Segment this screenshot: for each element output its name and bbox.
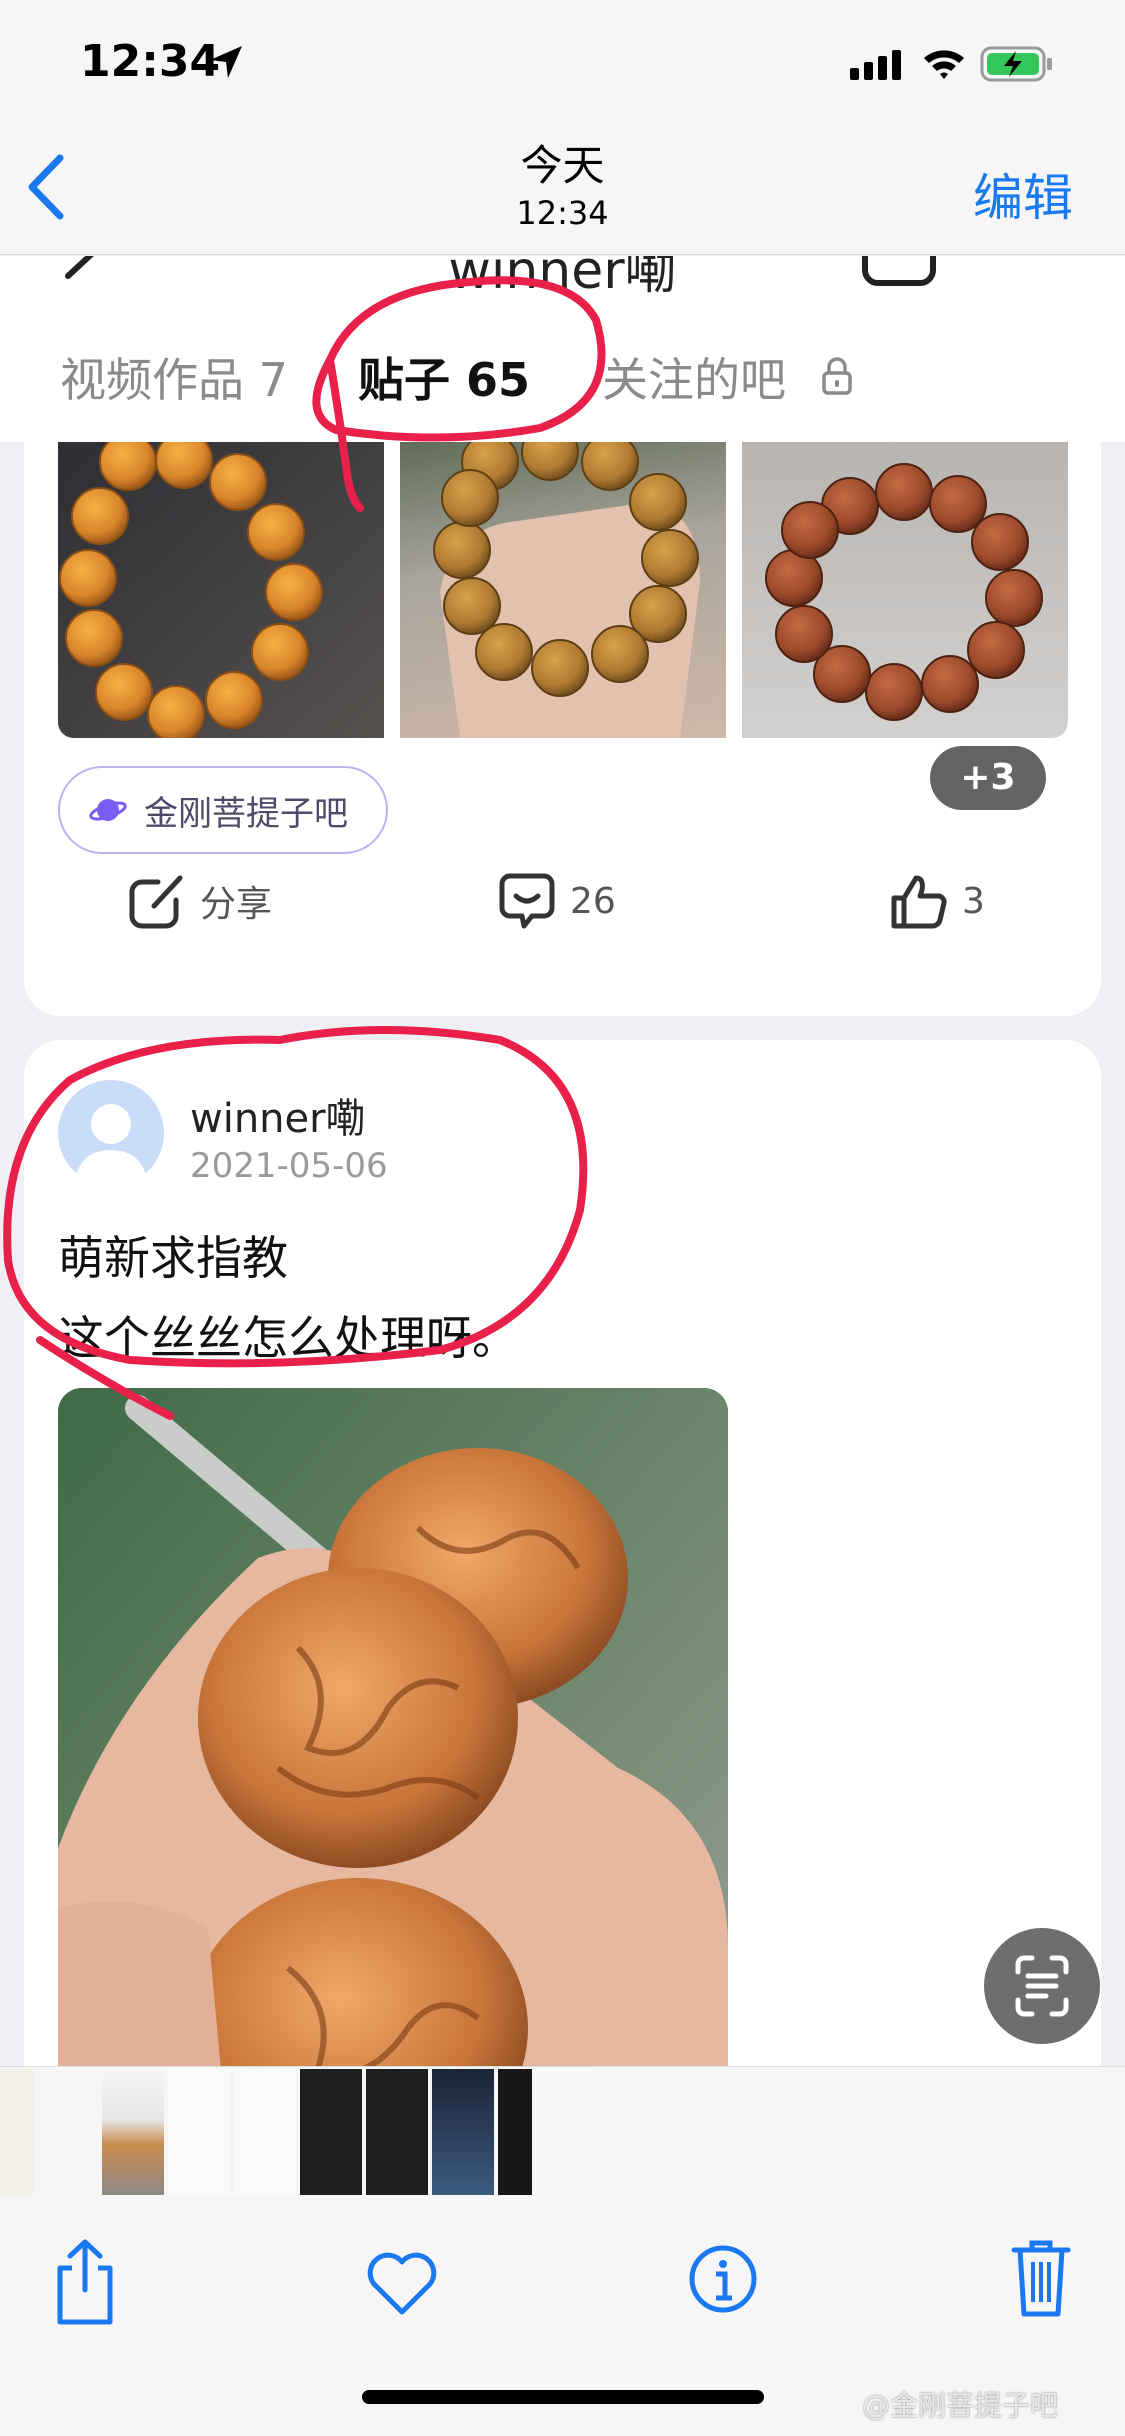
film-thumbnail[interactable] <box>234 2069 296 2195</box>
photo-top-bar: 12:34 今天 12:34 编辑 <box>0 0 1125 255</box>
share-icon <box>129 875 183 929</box>
post-image[interactable] <box>58 1388 728 2066</box>
like-button[interactable]: 3 <box>890 872 985 930</box>
post-username[interactable]: winner嘞 <box>190 1086 366 1144</box>
edit-button[interactable]: 编辑 <box>973 158 1073 230</box>
planet-icon <box>89 799 127 821</box>
live-text-scan-button[interactable] <box>984 1928 1100 2044</box>
rudraksha-seed-closeup-image <box>58 1388 728 2066</box>
comment-icon <box>499 873 555 929</box>
location-arrow-icon <box>210 46 242 78</box>
cellular-signal-icon <box>850 50 901 80</box>
heart-icon[interactable] <box>366 2252 438 2316</box>
share-button[interactable]: 分享 <box>128 872 272 930</box>
film-thumbnail[interactable] <box>300 2069 362 2195</box>
film-thumbnail[interactable] <box>36 2069 98 2195</box>
film-thumbnail[interactable] <box>432 2069 494 2195</box>
info-icon[interactable] <box>688 2244 758 2314</box>
photo-thumbnail-strip[interactable] <box>0 2066 1125 2200</box>
film-thumbnail[interactable] <box>532 2069 594 2195</box>
post-image[interactable] <box>400 442 726 738</box>
battery-charging-icon <box>980 46 1052 82</box>
screenshot-photo: winner嘞 视频作品 7 贴子 65 关注的吧 +3 金刚菩提子吧 分享 2… <box>0 256 1125 2066</box>
film-thumbnail[interactable] <box>366 2069 428 2195</box>
film-thumbnail[interactable] <box>168 2069 230 2195</box>
post-image[interactable] <box>742 442 1068 738</box>
default-avatar-icon <box>74 1104 148 1186</box>
share-label: 分享 <box>200 884 273 925</box>
home-indicator[interactable] <box>362 2390 764 2404</box>
comment-button[interactable]: 26 <box>498 872 616 930</box>
like-count: 3 <box>962 880 985 922</box>
tab-videos[interactable]: 视频作品 7 <box>60 344 288 410</box>
text-scan-icon <box>1015 1955 1069 2017</box>
tab-followed-bars[interactable]: 关注的吧 <box>602 344 786 410</box>
comment-count: 26 <box>570 880 616 922</box>
post-text-line: 这个丝丝怎么处理呀。 <box>58 1311 518 1365</box>
post-card[interactable]: winner嘞 2021-05-06 萌新求指教 这个丝丝怎么处理呀。 <box>24 1040 1101 2066</box>
more-images-badge[interactable]: +3 <box>930 746 1046 810</box>
bead-bracelet-image <box>765 463 1043 721</box>
status-time: 12:34 <box>80 36 221 87</box>
post-card[interactable]: +3 金刚菩提子吧 分享 26 3 <box>24 406 1101 1016</box>
share-icon[interactable] <box>50 2238 120 2328</box>
profile-name: winner嘞 <box>448 256 677 301</box>
tab-posts[interactable]: 贴子 65 <box>358 344 530 410</box>
trash-icon[interactable] <box>1010 2238 1072 2318</box>
post-image[interactable] <box>58 442 384 738</box>
wifi-icon <box>924 50 964 79</box>
watermark: @金刚菩提子吧 <box>862 2389 1059 2422</box>
photo-date-title: 今天 <box>520 141 605 190</box>
post-date: 2021-05-06 <box>190 1146 388 1186</box>
forum-tag[interactable]: 金刚菩提子吧 <box>58 766 388 854</box>
photo-time-subtitle: 12:34 <box>516 194 609 232</box>
film-thumbnail[interactable] <box>0 2069 34 2195</box>
film-thumbnail-current[interactable] <box>102 2069 164 2195</box>
profile-action-icon[interactable] <box>862 256 936 286</box>
bead-bracelet-image <box>58 442 384 738</box>
lock-icon <box>822 357 852 395</box>
bead-bracelet-in-hand-image <box>433 442 700 738</box>
forum-name: 金刚菩提子吧 <box>144 793 348 834</box>
thumbs-up-icon <box>891 875 947 929</box>
post-text-line: 萌新求指教 <box>58 1231 288 1285</box>
avatar[interactable] <box>58 1080 164 1186</box>
